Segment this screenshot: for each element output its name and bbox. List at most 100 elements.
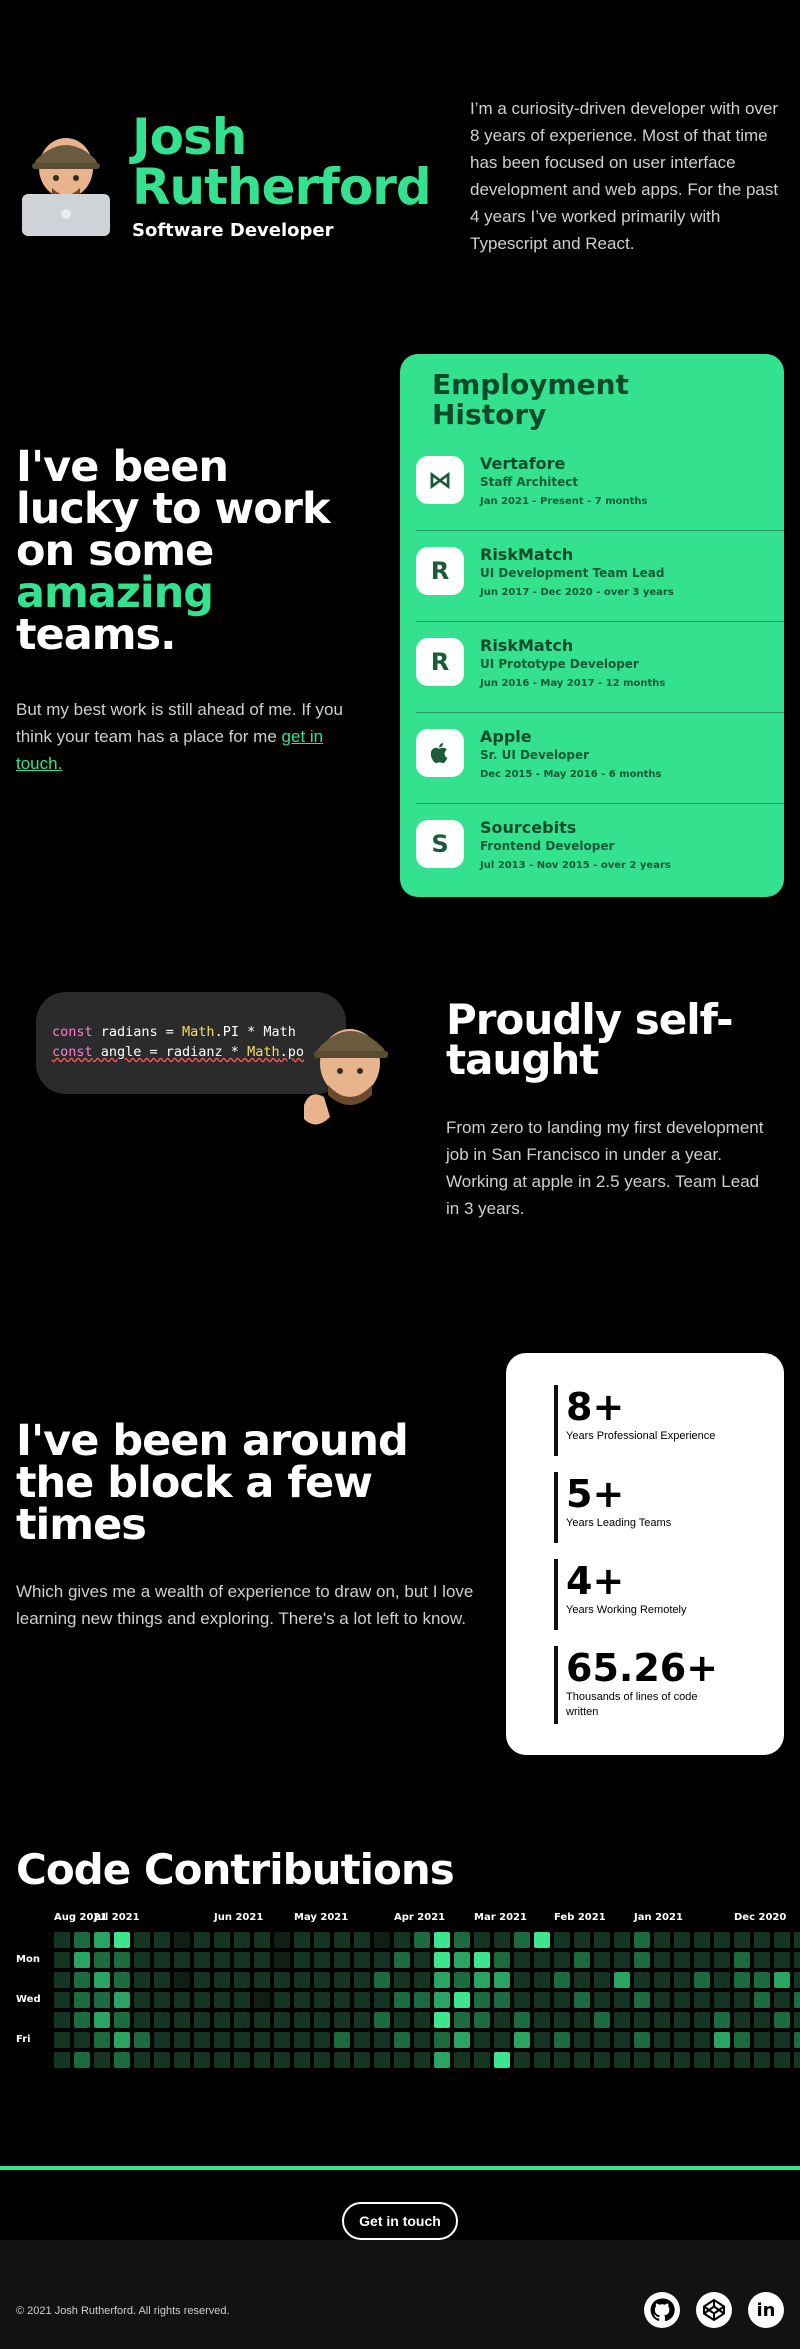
contribution-cell[interactable] <box>394 2012 410 2028</box>
contribution-cell[interactable] <box>134 1972 150 1988</box>
contribution-cell[interactable] <box>194 2032 210 2048</box>
contribution-cell[interactable] <box>74 1952 90 1968</box>
contribution-cell[interactable] <box>274 1992 290 2008</box>
contribution-cell[interactable] <box>554 1932 570 1948</box>
contribution-cell[interactable] <box>474 2052 490 2068</box>
contribution-cell[interactable] <box>54 2012 70 2028</box>
contribution-cell[interactable] <box>254 1932 270 1948</box>
contribution-cell[interactable] <box>274 2032 290 2048</box>
contribution-cell[interactable] <box>634 1932 650 1948</box>
contribution-cell[interactable] <box>294 2032 310 2048</box>
contribution-cell[interactable] <box>514 1992 530 2008</box>
contribution-cell[interactable] <box>334 1972 350 1988</box>
contribution-cell[interactable] <box>774 2012 790 2028</box>
contribution-cell[interactable] <box>454 2012 470 2028</box>
contribution-cell[interactable] <box>174 1952 190 1968</box>
contribution-cell[interactable] <box>594 2012 610 2028</box>
contribution-cell[interactable] <box>714 1952 730 1968</box>
contribution-cell[interactable] <box>134 1992 150 2008</box>
contribution-cell[interactable] <box>194 1972 210 1988</box>
contribution-cell[interactable] <box>434 2032 450 2048</box>
contribution-cell[interactable] <box>494 2032 510 2048</box>
contribution-cell[interactable] <box>114 1932 130 1948</box>
contribution-cell[interactable] <box>714 2052 730 2068</box>
contribution-cell[interactable] <box>494 2052 510 2068</box>
contribution-cell[interactable] <box>574 1952 590 1968</box>
contribution-cell[interactable] <box>154 1972 170 1988</box>
contribution-cell[interactable] <box>494 1972 510 1988</box>
contribution-cell[interactable] <box>694 1952 710 1968</box>
contribution-cell[interactable] <box>434 2012 450 2028</box>
contribution-cell[interactable] <box>154 2052 170 2068</box>
contribution-cell[interactable] <box>134 2012 150 2028</box>
contribution-cell[interactable] <box>234 1972 250 1988</box>
contribution-cell[interactable] <box>214 2032 230 2048</box>
contribution-cell[interactable] <box>354 2032 370 2048</box>
contribution-cell[interactable] <box>134 2032 150 2048</box>
contribution-cell[interactable] <box>694 1972 710 1988</box>
contribution-cell[interactable] <box>354 1992 370 2008</box>
contribution-cell[interactable] <box>414 2012 430 2028</box>
contribution-cell[interactable] <box>434 1952 450 1968</box>
contribution-cell[interactable] <box>654 1972 670 1988</box>
contribution-cell[interactable] <box>474 1952 490 1968</box>
contribution-cell[interactable] <box>754 2032 770 2048</box>
contribution-cell[interactable] <box>394 1932 410 1948</box>
contribution-cell[interactable] <box>54 2052 70 2068</box>
contribution-cell[interactable] <box>434 2052 450 2068</box>
contribution-cell[interactable] <box>114 1972 130 1988</box>
contribution-cell[interactable] <box>614 1952 630 1968</box>
contribution-cell[interactable] <box>494 1932 510 1948</box>
contribution-cell[interactable] <box>554 2052 570 2068</box>
contribution-cell[interactable] <box>734 2032 750 2048</box>
contribution-cell[interactable] <box>634 1972 650 1988</box>
contribution-cell[interactable] <box>74 1932 90 1948</box>
contribution-cell[interactable] <box>454 2052 470 2068</box>
contribution-cell[interactable] <box>794 1992 800 2008</box>
contribution-cell[interactable] <box>694 2052 710 2068</box>
contribution-cell[interactable] <box>734 1972 750 1988</box>
contribution-cell[interactable] <box>354 2012 370 2028</box>
contribution-cell[interactable] <box>674 2032 690 2048</box>
contribution-cell[interactable] <box>654 2032 670 2048</box>
contribution-cell[interactable] <box>234 2012 250 2028</box>
contribution-cell[interactable] <box>314 2052 330 2068</box>
contribution-cell[interactable] <box>694 2012 710 2028</box>
contribution-cell[interactable] <box>314 2032 330 2048</box>
contribution-cell[interactable] <box>214 1952 230 1968</box>
contribution-cell[interactable] <box>194 1952 210 1968</box>
contribution-cell[interactable] <box>254 2052 270 2068</box>
contribution-cell[interactable] <box>114 2032 130 2048</box>
contribution-cell[interactable] <box>754 1992 770 2008</box>
contribution-cell[interactable] <box>354 1932 370 1948</box>
contribution-cell[interactable] <box>614 2012 630 2028</box>
contribution-cell[interactable] <box>214 1972 230 1988</box>
contribution-cell[interactable] <box>634 1992 650 2008</box>
contribution-cell[interactable] <box>594 1992 610 2008</box>
contribution-cell[interactable] <box>774 2052 790 2068</box>
contribution-cell[interactable] <box>94 2032 110 2048</box>
contribution-cell[interactable] <box>674 1992 690 2008</box>
contribution-cell[interactable] <box>794 2052 800 2068</box>
contribution-cell[interactable] <box>194 2052 210 2068</box>
contribution-cell[interactable] <box>574 1932 590 1948</box>
contribution-cell[interactable] <box>474 1972 490 1988</box>
contribution-cell[interactable] <box>254 1992 270 2008</box>
contribution-cell[interactable] <box>234 1932 250 1948</box>
contribution-cell[interactable] <box>374 2052 390 2068</box>
contribution-cell[interactable] <box>554 2012 570 2028</box>
contribution-cell[interactable] <box>714 2012 730 2028</box>
contribution-cell[interactable] <box>94 1952 110 1968</box>
contribution-cell[interactable] <box>774 1992 790 2008</box>
contribution-cell[interactable] <box>334 1932 350 1948</box>
contribution-cell[interactable] <box>134 2052 150 2068</box>
contribution-cell[interactable] <box>54 1972 70 1988</box>
contribution-cell[interactable] <box>614 2032 630 2048</box>
contribution-cell[interactable] <box>674 2012 690 2028</box>
contribution-cell[interactable] <box>734 1992 750 2008</box>
contribution-cell[interactable] <box>594 1932 610 1948</box>
contribution-cell[interactable] <box>534 1972 550 1988</box>
contribution-cell[interactable] <box>74 1992 90 2008</box>
github-link[interactable] <box>644 2292 680 2328</box>
contribution-cell[interactable] <box>514 2012 530 2028</box>
